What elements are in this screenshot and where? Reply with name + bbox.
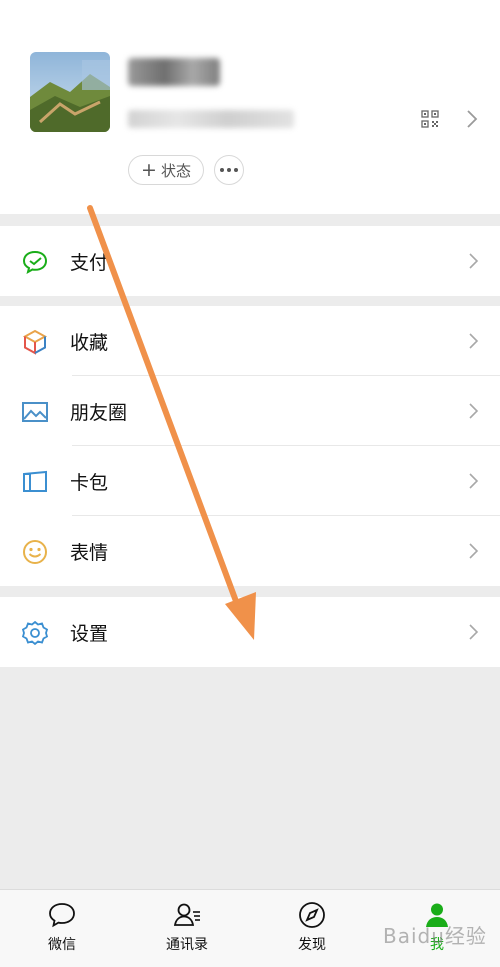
- nickname-blurred: [128, 58, 220, 86]
- pay-icon: [22, 250, 48, 274]
- chevron-right-icon: [469, 403, 479, 419]
- tab-label-chats: 微信: [48, 937, 76, 953]
- tab-discover[interactable]: 发现: [267, 890, 357, 967]
- menu-item-cards[interactable]: 卡包: [0, 446, 500, 516]
- profile-header[interactable]: + 状态: [0, 0, 500, 214]
- menu-label-pay: 支付: [70, 252, 109, 274]
- chevron-right-icon: [469, 473, 479, 489]
- compass-icon: [299, 902, 325, 928]
- chevron-right-icon: [469, 333, 479, 349]
- contacts-icon: [173, 903, 200, 926]
- menu-item-stickers[interactable]: 表情: [0, 516, 500, 586]
- dot-icon: [220, 168, 224, 172]
- tab-contacts[interactable]: 通讯录: [142, 890, 232, 967]
- section-pay: 支付: [0, 226, 500, 296]
- watermark: Baidu经验: [383, 924, 487, 948]
- section-settings: 设置: [0, 597, 500, 667]
- menu-item-favorites[interactable]: 收藏: [0, 306, 500, 376]
- chevron-right-icon: [469, 253, 479, 269]
- moments-icon: [22, 402, 48, 422]
- wechat-id-blurred: [128, 110, 294, 128]
- gear-icon: [21, 620, 49, 646]
- status-label: 状态: [160, 161, 191, 180]
- more-button[interactable]: [214, 155, 244, 185]
- chevron-right-icon: [469, 543, 479, 559]
- chevron-right-icon: [469, 624, 479, 640]
- smiley-icon: [23, 540, 47, 564]
- section-features: 收藏 朋友圈 卡包 表情: [0, 306, 500, 586]
- favorites-icon: [22, 329, 48, 355]
- qr-code-icon[interactable]: [421, 110, 439, 128]
- card-wallet-icon: [23, 470, 47, 492]
- menu-label-stickers: 表情: [70, 542, 109, 564]
- tab-label-discover: 发现: [298, 937, 326, 953]
- chat-bubble-icon: [49, 903, 75, 928]
- chevron-right-icon[interactable]: [466, 109, 478, 129]
- menu-label-favorites: 收藏: [70, 332, 109, 354]
- menu-label-settings: 设置: [70, 623, 109, 645]
- menu-label-cards: 卡包: [70, 472, 109, 494]
- menu-item-settings[interactable]: 设置: [0, 597, 500, 667]
- add-status-button[interactable]: + 状态: [128, 155, 204, 185]
- avatar[interactable]: [30, 52, 110, 132]
- tab-chats[interactable]: 微信: [17, 890, 107, 967]
- menu-label-moments: 朋友圈: [70, 402, 128, 424]
- menu-item-moments[interactable]: 朋友圈: [0, 376, 500, 446]
- dot-icon: [227, 168, 231, 172]
- plus-icon: +: [141, 158, 157, 181]
- tab-label-contacts: 通讯录: [166, 937, 208, 953]
- dot-icon: [234, 168, 238, 172]
- menu-item-pay[interactable]: 支付: [0, 226, 500, 296]
